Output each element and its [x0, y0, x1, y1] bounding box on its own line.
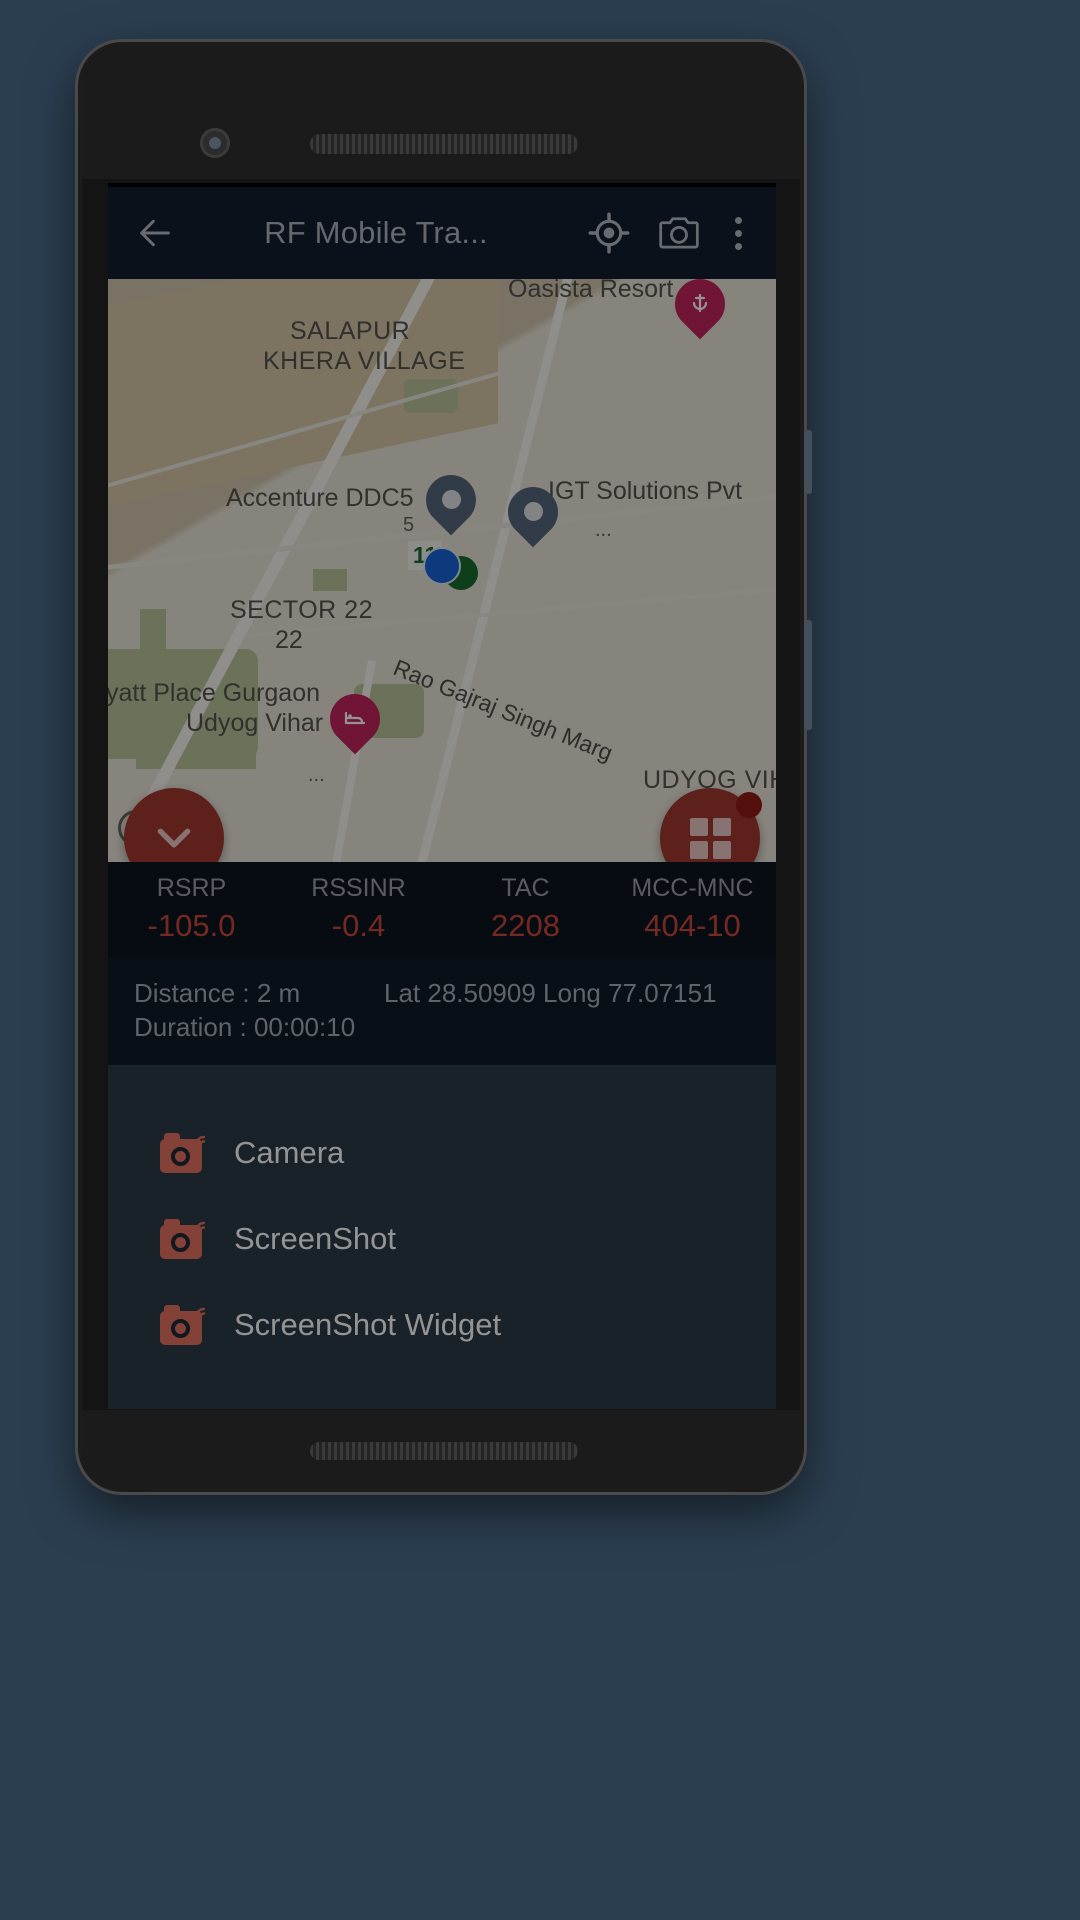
overflow-menu-button[interactable] — [714, 198, 762, 268]
bottom-speaker-grill — [310, 1442, 578, 1460]
volume-button[interactable] — [804, 430, 812, 494]
coordinates-text: Lat 28.50909 Long 77.07151 — [384, 978, 717, 1008]
action-item-label: ScreenShot Widget — [234, 1306, 502, 1342]
camera-icon — [659, 217, 699, 249]
metric-label: RSRP — [156, 874, 227, 903]
map-label: 22 — [275, 626, 303, 654]
phone-bottom-bezel — [82, 1410, 800, 1488]
distance-text: Distance : 2 m — [134, 978, 301, 1008]
camera-icon — [160, 1304, 206, 1345]
map-label: Accenture DDC5 — [226, 484, 414, 512]
duration-text: Duration : 00:00:10 — [134, 1012, 356, 1043]
action-item-label: ScreenShot — [234, 1220, 396, 1256]
map-label: ... — [595, 519, 612, 541]
camera-icon — [194, 1307, 206, 1320]
pin-hotel[interactable] — [319, 683, 391, 756]
app-bar: RF Mobile Tra... — [108, 183, 776, 279]
power-button[interactable] — [804, 620, 812, 730]
metric-label: MCC-MNC — [631, 874, 754, 903]
pin-igt[interactable] — [497, 476, 569, 549]
map-label: SALAPUR — [290, 317, 411, 345]
metric-label: RSSINR — [311, 874, 406, 903]
bed-icon — [344, 711, 366, 725]
map-label: ... — [308, 764, 325, 786]
chevron-down-icon — [157, 828, 191, 848]
trip-info-right: Lat 28.50909 Long 77.07151 — [384, 976, 750, 1045]
metric-value: -0.4 — [331, 908, 386, 943]
gps-crosshair-icon — [588, 212, 630, 254]
metric-rsrp: RSRP -105.0 — [108, 874, 275, 946]
gps-locate-button[interactable] — [574, 198, 644, 268]
anchor-icon — [692, 293, 708, 313]
camera-icon — [160, 1218, 206, 1259]
map-label: IGT Solutions Pvt — [548, 477, 743, 505]
phone-body: RF Mobile Tra... SALAPUR KHERA VILLAGE O… — [82, 46, 800, 1488]
arrow-left-icon — [140, 219, 170, 247]
more-vertical-icon — [734, 242, 742, 250]
more-vertical-icon — [734, 216, 742, 224]
map-label: KHERA VILLAGE — [263, 347, 466, 375]
more-vertical-icon — [734, 229, 742, 237]
phone-screen: RF Mobile Tra... SALAPUR KHERA VILLAGE O… — [108, 183, 776, 1409]
action-item-screenshot[interactable]: ScreenShot — [108, 1196, 776, 1282]
front-camera-lens — [200, 128, 230, 158]
map-pin-center — [442, 490, 461, 509]
page-title: RF Mobile Tra... — [264, 215, 488, 250]
marker-blue-dot[interactable] — [423, 547, 461, 585]
action-item-screenshot-widget[interactable]: ScreenShot Widget — [108, 1282, 776, 1368]
pin-accenture[interactable] — [415, 464, 487, 537]
metric-value: -105.0 — [147, 908, 236, 943]
metric-rssinr: RSSINR -0.4 — [275, 874, 442, 946]
map-label: SECTOR 22 — [230, 596, 373, 624]
map-park — [313, 569, 347, 591]
camera-icon — [194, 1221, 206, 1234]
camera-icon — [160, 1132, 206, 1173]
metric-label: TAC — [501, 874, 550, 903]
phone-top-bezel — [82, 46, 800, 179]
notification-badge — [736, 792, 762, 818]
camera-icon — [194, 1135, 206, 1148]
map-label: yatt Place Gurgaon — [108, 679, 321, 707]
metrics-panel: RSRP -105.0 RSSINR -0.4 TAC 2208 MCC-MNC… — [108, 862, 776, 958]
map-label: Oasista Resort — [508, 279, 674, 303]
map-pin-center — [524, 502, 543, 521]
metric-value: 404-10 — [644, 908, 741, 943]
action-item-label: Camera — [234, 1134, 345, 1170]
action-item-camera[interactable]: Camera — [108, 1110, 776, 1196]
trip-info-strip: Distance : 2 m Duration : 00:00:10 Lat 2… — [108, 958, 776, 1065]
phone-frame: RF Mobile Tra... SALAPUR KHERA VILLAGE O… — [78, 42, 804, 1492]
pin-resort[interactable] — [664, 279, 736, 341]
metric-tac: TAC 2208 — [442, 874, 609, 946]
camera-capture-button[interactable] — [644, 198, 714, 268]
map-label: Udyog Vihar — [186, 709, 324, 737]
map-label: 5 — [403, 514, 415, 536]
trip-info-left: Distance : 2 m Duration : 00:00:10 — [134, 976, 384, 1045]
action-sheet: Camera ScreenShot ScreenShot Widget — [108, 1064, 776, 1409]
metric-mcc-mnc: MCC-MNC 404-10 — [609, 874, 776, 946]
map-view[interactable]: SALAPUR KHERA VILLAGE Oasista Resort Accent… — [108, 279, 776, 862]
metric-value: 2208 — [491, 908, 560, 943]
grid-icon — [689, 817, 731, 859]
earpiece-speaker — [310, 134, 578, 154]
map-park — [140, 609, 166, 649]
